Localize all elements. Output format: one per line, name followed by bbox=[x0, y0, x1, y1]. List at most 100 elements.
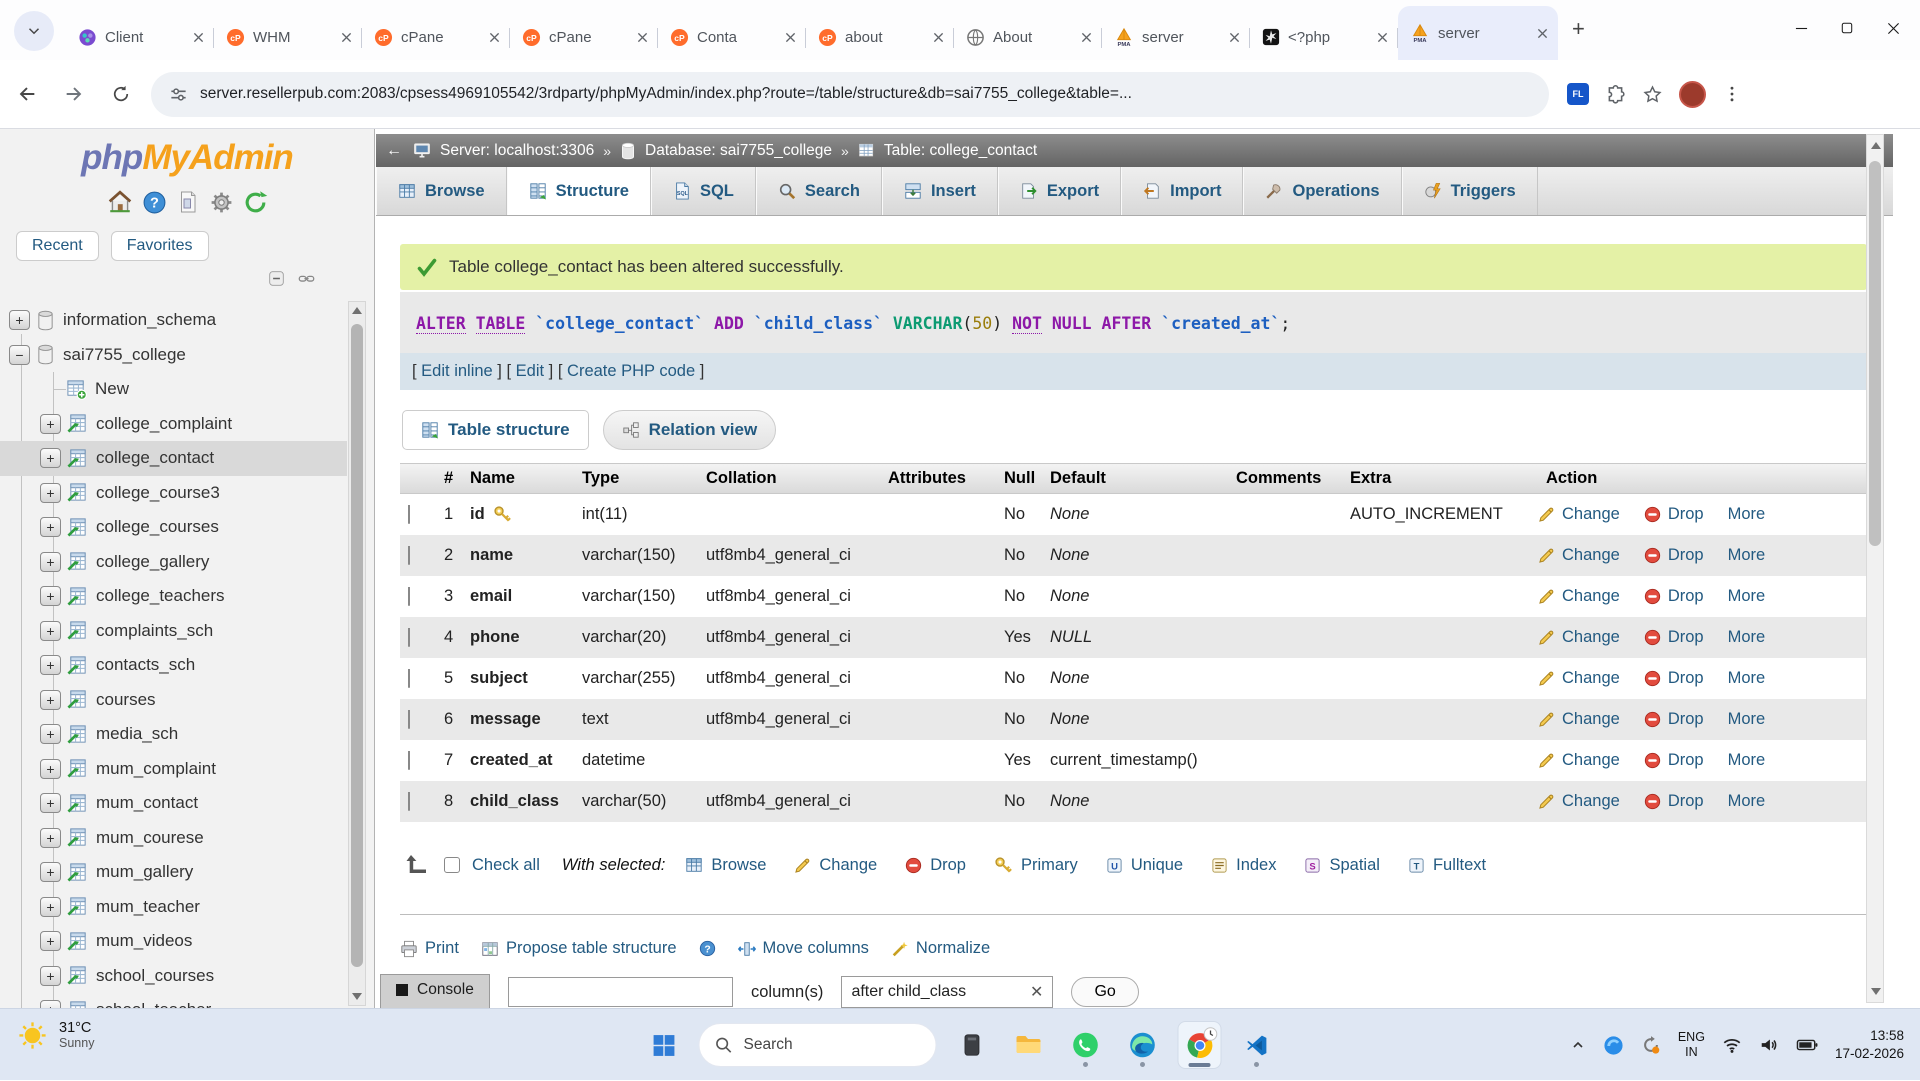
tab-close-icon[interactable] bbox=[783, 30, 798, 45]
sidebar-item-school_courses[interactable]: +school_courses bbox=[0, 959, 347, 994]
scroll-up-icon[interactable] bbox=[1868, 137, 1884, 154]
tree-toggle-icon[interactable]: + bbox=[40, 552, 61, 572]
main-scrollbar[interactable] bbox=[1866, 134, 1884, 1003]
sidebar-item-mum_teacher[interactable]: +mum_teacher bbox=[0, 890, 347, 925]
app-window-button[interactable] bbox=[950, 1021, 994, 1069]
tree-toggle-icon[interactable]: + bbox=[40, 1000, 61, 1008]
change-link[interactable]: Change bbox=[1562, 505, 1620, 524]
scroll-down-icon[interactable] bbox=[1868, 983, 1884, 1000]
tool-propose-table-structure[interactable]: Propose table structure bbox=[481, 939, 677, 958]
tree-toggle-icon[interactable]: + bbox=[40, 517, 61, 537]
sidebar-item-new[interactable]: New bbox=[0, 372, 347, 407]
browser-tab[interactable]: cP WHM bbox=[214, 14, 362, 60]
tool-move-columns[interactable]: Move columns bbox=[738, 939, 869, 958]
nav-tab-structure[interactable]: Structure bbox=[507, 167, 651, 215]
sidebar-item-media_sch[interactable]: +media_sch bbox=[0, 717, 347, 752]
tree-toggle-icon[interactable]: + bbox=[40, 931, 61, 951]
row-checkbox[interactable] bbox=[408, 546, 410, 565]
scroll-up-icon[interactable] bbox=[349, 302, 365, 319]
nav-tab-triggers[interactable]: Triggers bbox=[1402, 167, 1538, 215]
taskbar-clock[interactable]: 13:5817-02-2026 bbox=[1835, 1027, 1904, 1063]
help-icon[interactable]: ? bbox=[142, 189, 167, 215]
sql-window-doc-icon[interactable] bbox=[176, 189, 200, 215]
tree-toggle-icon[interactable]: + bbox=[40, 897, 61, 917]
more-link[interactable]: More bbox=[1728, 792, 1766, 811]
tool-help[interactable]: ? bbox=[699, 940, 716, 957]
start-button[interactable] bbox=[642, 1021, 686, 1069]
sidebar-item-college_course3[interactable]: +college_course3 bbox=[0, 476, 347, 511]
bing-ball-icon[interactable] bbox=[1603, 1035, 1624, 1056]
change-link[interactable]: Change bbox=[1562, 669, 1620, 688]
drop-link[interactable]: Drop bbox=[1668, 792, 1704, 811]
change-link[interactable]: Change bbox=[1562, 587, 1620, 606]
browser-tab[interactable]: cP cPane bbox=[510, 14, 658, 60]
pma-logo[interactable]: phpMyAdmin bbox=[0, 138, 374, 178]
tree-toggle-icon[interactable]: + bbox=[40, 793, 61, 813]
row-checkbox[interactable] bbox=[408, 669, 410, 688]
with-selected-browse[interactable]: Browse bbox=[685, 856, 766, 875]
profile-avatar[interactable] bbox=[1679, 81, 1706, 108]
reload-button[interactable] bbox=[101, 74, 141, 114]
tool-print[interactable]: Print bbox=[400, 939, 459, 958]
drop-link[interactable]: Drop bbox=[1668, 751, 1704, 770]
sidebar-item-college_teachers[interactable]: +college_teachers bbox=[0, 579, 347, 614]
more-link[interactable]: More bbox=[1728, 751, 1766, 770]
sidebar-scroll-thumb[interactable] bbox=[351, 324, 363, 967]
row-checkbox[interactable] bbox=[408, 628, 410, 647]
tree-toggle-icon[interactable]: − bbox=[9, 345, 30, 365]
with-selected-fulltext[interactable]: TFulltext bbox=[1408, 856, 1486, 875]
drop-link[interactable]: Drop bbox=[1668, 546, 1704, 565]
breadcrumb-database[interactable]: Database: sai7755_college bbox=[645, 142, 832, 160]
sidebar-item-courses[interactable]: +courses bbox=[0, 683, 347, 718]
tab-close-icon[interactable] bbox=[1227, 30, 1242, 45]
tree-toggle-icon[interactable]: + bbox=[40, 483, 61, 503]
drop-link[interactable]: Drop bbox=[1668, 710, 1704, 729]
collapse-all-icon[interactable] bbox=[268, 270, 285, 287]
tree-toggle-icon[interactable]: + bbox=[40, 655, 61, 675]
wifi-icon[interactable] bbox=[1722, 1035, 1742, 1055]
breadcrumb-server[interactable]: Server: localhost:3306 bbox=[440, 142, 594, 160]
more-link[interactable]: More bbox=[1728, 587, 1766, 606]
sidebar-item-sai7755_college[interactable]: −sai7755_college bbox=[0, 338, 347, 373]
more-link[interactable]: More bbox=[1728, 710, 1766, 729]
tab-close-icon[interactable] bbox=[1079, 30, 1094, 45]
recent-tab[interactable]: Recent bbox=[16, 231, 99, 261]
tree-toggle-icon[interactable]: + bbox=[40, 690, 61, 710]
scroll-down-icon[interactable] bbox=[349, 988, 365, 1005]
more-link[interactable]: More bbox=[1728, 546, 1766, 565]
row-checkbox[interactable] bbox=[408, 505, 410, 524]
tree-toggle-icon[interactable]: + bbox=[40, 862, 61, 882]
address-bar[interactable]: server.resellerpub.com:2083/cpsess496910… bbox=[151, 72, 1549, 117]
refresh-icon[interactable] bbox=[243, 189, 268, 215]
tree-toggle-icon[interactable]: + bbox=[9, 310, 30, 330]
whatsapp-button[interactable] bbox=[1064, 1021, 1108, 1069]
link-create-php-code[interactable]: Create PHP code bbox=[567, 362, 695, 380]
language-indicator[interactable]: ENGIN bbox=[1678, 1030, 1705, 1060]
sidebar-item-mum_complaint[interactable]: +mum_complaint bbox=[0, 752, 347, 787]
go-button[interactable]: Go bbox=[1071, 977, 1138, 1007]
drop-link[interactable]: Drop bbox=[1668, 587, 1704, 606]
favorites-tab[interactable]: Favorites bbox=[111, 231, 209, 261]
change-link[interactable]: Change bbox=[1562, 751, 1620, 770]
tab-close-icon[interactable] bbox=[339, 30, 354, 45]
change-link[interactable]: Change bbox=[1562, 546, 1620, 565]
browser-tab[interactable]: Client bbox=[66, 14, 214, 60]
nav-tab-operations[interactable]: Operations bbox=[1243, 167, 1401, 215]
main-scroll-thumb[interactable] bbox=[1869, 161, 1881, 546]
more-link[interactable]: More bbox=[1728, 505, 1766, 524]
tree-toggle-icon[interactable]: + bbox=[40, 828, 61, 848]
nav-tab-browse[interactable]: Browse bbox=[376, 167, 507, 215]
with-selected-index[interactable]: Index bbox=[1211, 856, 1276, 875]
change-link[interactable]: Change bbox=[1562, 628, 1620, 647]
with-selected-change[interactable]: Change bbox=[794, 856, 877, 875]
extension-fl-icon[interactable]: FL bbox=[1567, 83, 1589, 105]
link-edit-inline[interactable]: Edit inline bbox=[421, 362, 493, 380]
sidebar-item-college_courses[interactable]: +college_courses bbox=[0, 510, 347, 545]
row-checkbox[interactable] bbox=[408, 710, 410, 729]
tab-close-icon[interactable] bbox=[635, 30, 650, 45]
volume-icon[interactable] bbox=[1759, 1035, 1779, 1055]
gear-icon[interactable] bbox=[209, 189, 234, 215]
sidebar-item-information_schema[interactable]: +information_schema bbox=[0, 303, 347, 338]
vscode-button[interactable] bbox=[1235, 1021, 1279, 1069]
more-link[interactable]: More bbox=[1728, 628, 1766, 647]
